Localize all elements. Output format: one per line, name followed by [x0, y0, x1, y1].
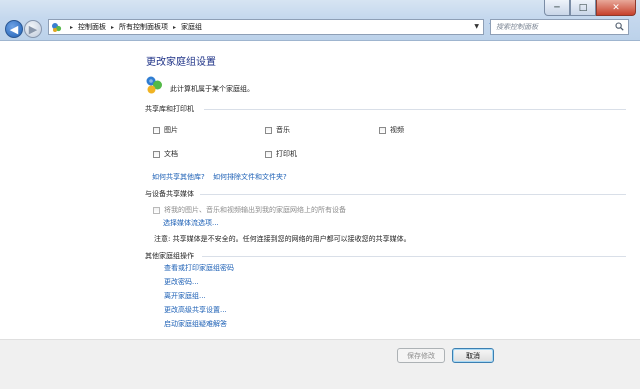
- checkbox-box[interactable]: [153, 150, 160, 158]
- checkbox-stream-media[interactable]: 将我的图片、音乐和视频输出到我的家庭网络上的所有设备: [153, 205, 346, 215]
- button-bar: 保存修改 取消: [0, 339, 640, 389]
- link-change-password[interactable]: 更改密码...: [164, 277, 199, 287]
- link-media-stream-options[interactable]: 选择媒体流选项...: [163, 218, 219, 228]
- chevron-right-icon: ▸: [70, 23, 74, 31]
- chevron-right-icon[interactable]: ▸: [173, 24, 176, 31]
- checkbox-videos[interactable]: 视频: [379, 125, 404, 135]
- save-changes-button[interactable]: 保存修改: [397, 348, 445, 363]
- forward-button[interactable]: ▶: [24, 20, 42, 38]
- checkbox-box[interactable]: [265, 150, 272, 158]
- cancel-button[interactable]: 取消: [452, 348, 494, 363]
- breadcrumb-control-panel[interactable]: 控制面板: [78, 22, 106, 32]
- title-bar: ─ □ ✕ ◀ ▶ ▸ 控制面板 ▸ 所有控制面板项 ▸ 家庭组 ▼ 搜索控制面…: [0, 0, 640, 41]
- homegroup-window: ─ □ ✕ ◀ ▶ ▸ 控制面板 ▸ 所有控制面板项 ▸ 家庭组 ▼ 搜索控制面…: [0, 0, 640, 389]
- link-leave-homegroup[interactable]: 离开家庭组...: [164, 291, 206, 301]
- maximize-button[interactable]: □: [570, 0, 596, 16]
- page-title: 更改家庭组设置: [146, 57, 216, 68]
- checkbox-documents[interactable]: 文档: [153, 149, 178, 159]
- checkbox-label: 打印机: [276, 150, 297, 158]
- link-view-print-password[interactable]: 查看或打印家庭组密码: [164, 263, 234, 273]
- section-divider: [200, 194, 626, 195]
- breadcrumb-all-items[interactable]: 所有控制面板项: [119, 22, 168, 32]
- window-controls: ─ □ ✕: [544, 0, 636, 17]
- checkbox-printers[interactable]: 打印机: [265, 149, 297, 159]
- checkbox-label: 文档: [164, 150, 178, 158]
- checkbox-box[interactable]: [153, 126, 160, 134]
- breadcrumb: ▸ 控制面板 ▸ 所有控制面板项 ▸ 家庭组: [65, 22, 202, 32]
- main-content: 更改家庭组设置 此计算机属于某个家庭组。 共享库和打印机 图片 音乐 视频 文档: [0, 41, 640, 339]
- homegroup-membership-text: 此计算机属于某个家庭组。: [170, 85, 254, 93]
- other-actions-heading: 其他家庭组操作: [145, 252, 194, 260]
- breadcrumb-homegroup[interactable]: 家庭组: [181, 22, 202, 32]
- link-how-exclude-files[interactable]: 如何排除文件和文件夹?: [213, 172, 287, 182]
- checkbox-label: 图片: [164, 126, 178, 134]
- checkbox-pictures[interactable]: 图片: [153, 125, 178, 135]
- checkbox-box[interactable]: [265, 126, 272, 134]
- search-input[interactable]: [496, 23, 616, 31]
- control-panel-icon: [52, 22, 62, 32]
- section-divider: [204, 109, 626, 110]
- checkbox-label: 将我的图片、音乐和视频输出到我的家庭网络上的所有设备: [164, 206, 346, 214]
- checkbox-box[interactable]: [153, 206, 160, 214]
- close-button[interactable]: ✕: [596, 0, 636, 16]
- checkbox-label: 音乐: [276, 126, 290, 134]
- arrow-left-icon: ◀: [9, 22, 19, 36]
- search-icon[interactable]: [615, 22, 624, 31]
- link-how-share-libraries[interactable]: 如何共享其他库?: [152, 172, 205, 182]
- checkbox-music[interactable]: 音乐: [265, 125, 290, 135]
- chevron-down-icon[interactable]: ▼: [474, 23, 479, 30]
- address-bar[interactable]: ▸ 控制面板 ▸ 所有控制面板项 ▸ 家庭组 ▼: [48, 19, 484, 35]
- search-box[interactable]: [490, 19, 629, 35]
- arrow-right-icon: ▶: [28, 22, 38, 36]
- section-divider: [202, 256, 626, 257]
- homegroup-icon: [146, 76, 162, 94]
- media-security-note: 注意: 共享媒体是不安全的。任何连接到您的网络的用户都可以接收您的共享媒体。: [154, 235, 411, 243]
- media-heading: 与设备共享媒体: [145, 190, 194, 198]
- link-advanced-sharing[interactable]: 更改高级共享设置...: [164, 305, 227, 315]
- minimize-button[interactable]: ─: [544, 0, 570, 16]
- back-button[interactable]: ◀: [5, 20, 23, 38]
- libraries-heading: 共享库和打印机: [145, 105, 194, 113]
- link-troubleshooter[interactable]: 启动家庭组疑难解答: [164, 319, 227, 329]
- checkbox-box[interactable]: [379, 126, 386, 134]
- checkbox-label: 视频: [390, 126, 404, 134]
- chevron-right-icon[interactable]: ▸: [111, 24, 114, 31]
